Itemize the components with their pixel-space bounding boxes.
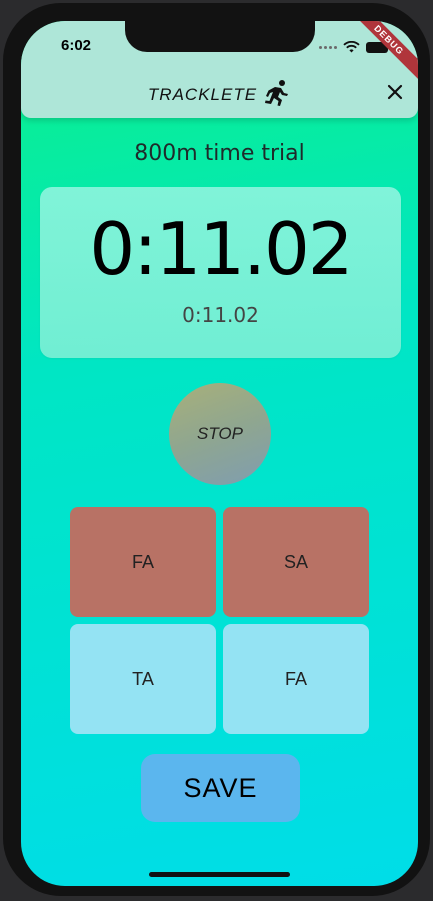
device-notch [125,21,315,52]
save-button[interactable]: SAVE [141,754,300,822]
status-time: 6:02 [61,37,92,54]
timer-main-display: 0:11.02 [89,207,353,291]
timer-lap-display: 0:11.02 [182,303,259,327]
home-indicator [149,872,290,877]
running-person-icon [263,79,291,111]
athlete-button-sa[interactable]: SA [223,507,369,617]
brand-name: TRACKLETE [147,85,258,104]
stop-button[interactable]: STOP [169,383,271,485]
athlete-button-fa-2[interactable]: FA [223,624,369,734]
close-icon [387,84,403,104]
signal-icon [319,46,337,49]
device-frame: TRACKLETE 6:02 DEBUG 800m time trial 0:1… [0,0,433,901]
stop-button-label: STOP [197,424,243,443]
phone-body: TRACKLETE 6:02 DEBUG 800m time trial 0:1… [3,3,430,896]
athlete-button-fa[interactable]: FA [70,507,216,617]
save-button-label: SAVE [183,772,258,803]
close-button[interactable] [382,81,408,107]
wifi-icon [343,38,360,57]
app-screen: TRACKLETE 6:02 DEBUG 800m time trial 0:1… [21,21,418,886]
timer-card: 0:11.02 0:11.02 [40,187,401,358]
trial-title: 800m time trial [134,141,305,166]
status-icons [319,38,391,57]
athlete-button-ta[interactable]: TA [70,624,216,734]
app-bar-title: TRACKLETE [21,79,418,111]
